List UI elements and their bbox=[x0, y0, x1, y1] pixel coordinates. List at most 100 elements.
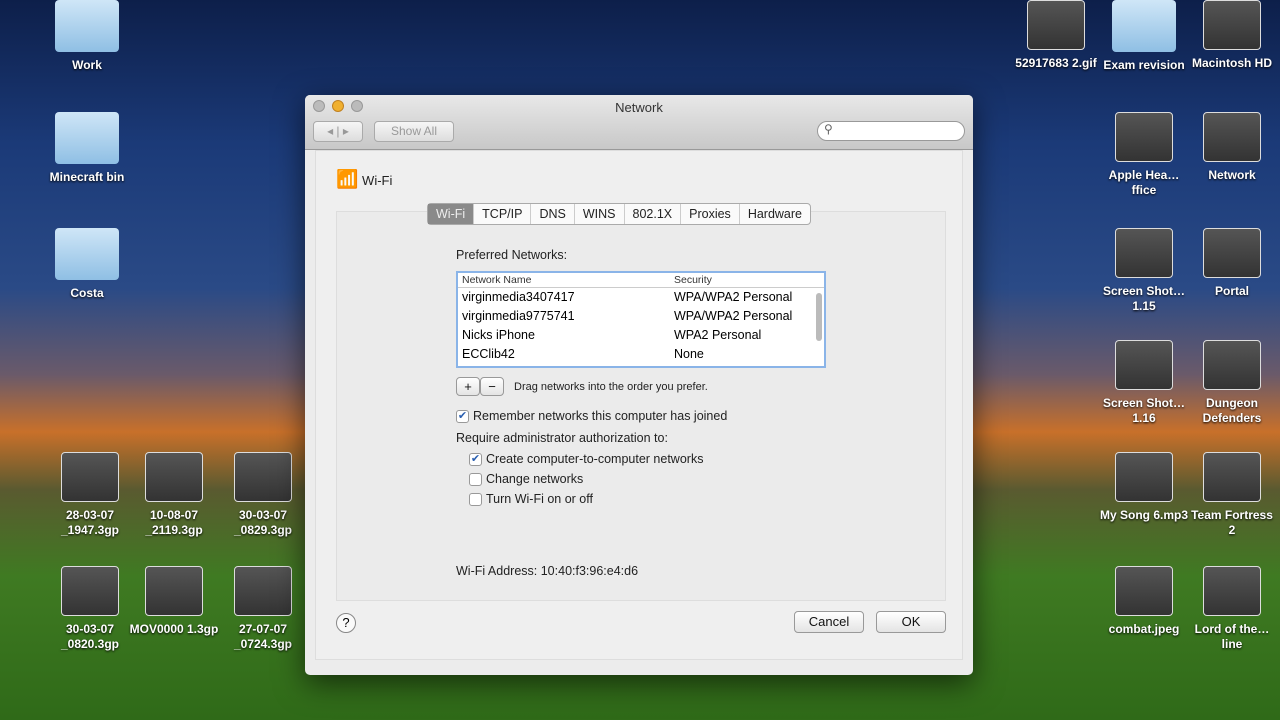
desktop-icon[interactable]: My Song 6.mp3 bbox=[1099, 452, 1189, 523]
toggle-wifi-checkbox[interactable]: Turn Wi-Fi on or off bbox=[469, 492, 593, 507]
desktop-icon-label: Team Fortress 2 bbox=[1191, 508, 1273, 537]
back-forward-button[interactable]: ◂ | ▸ bbox=[313, 121, 363, 142]
network-row[interactable]: Nicks iPhone WPA2 Personal bbox=[458, 326, 824, 345]
add-network-button[interactable]: + bbox=[456, 377, 480, 396]
tab-wins[interactable]: WINS bbox=[575, 204, 625, 224]
file-icon bbox=[1115, 228, 1173, 278]
desktop-icon-label: Macintosh HD bbox=[1191, 56, 1272, 70]
desktop-icon-label: Exam revision bbox=[1103, 58, 1185, 72]
tab-hardware[interactable]: Hardware bbox=[740, 204, 810, 224]
window-title: Network bbox=[615, 100, 663, 115]
desktop-icon-label: Screen Shot…1.16 bbox=[1102, 396, 1186, 425]
desktop-icon[interactable]: Portal bbox=[1187, 228, 1277, 299]
network-security: WPA2 Personal bbox=[674, 328, 762, 342]
file-icon bbox=[55, 0, 119, 52]
tab-bar: Wi-Fi TCP/IP DNS WINS 802.1X Proxies Hardware bbox=[427, 203, 811, 225]
file-icon bbox=[234, 566, 292, 616]
desktop-icon[interactable]: 27-07-07 _0724.3gp bbox=[218, 566, 308, 652]
checkbox-icon bbox=[469, 473, 482, 487]
desktop-icon[interactable]: 52917683 2.gif bbox=[1011, 0, 1101, 71]
search-icon: ⚲ bbox=[824, 122, 833, 136]
desktop-icon[interactable]: 30-03-07 _0820.3gp bbox=[45, 566, 135, 652]
desktop-icon-label: Work bbox=[72, 58, 102, 72]
desktop-icon[interactable]: Dungeon Defenders bbox=[1187, 340, 1277, 426]
desktop-icon-label: Minecraft bin bbox=[49, 170, 125, 184]
network-row[interactable]: virginmedia3407417 WPA/WPA2 Personal bbox=[458, 288, 824, 307]
desktop-icon-label: Dungeon Defenders bbox=[1202, 396, 1262, 425]
create-networks-checkbox[interactable]: ✔ Create computer-to-computer networks bbox=[469, 452, 704, 467]
file-icon bbox=[1203, 452, 1261, 502]
scrollbar[interactable] bbox=[816, 293, 822, 341]
network-security: WPA/WPA2 Personal bbox=[674, 309, 793, 323]
service-name: Wi-Fi bbox=[362, 173, 393, 188]
desktop-icon[interactable]: Apple Hea…ffice bbox=[1099, 112, 1189, 198]
network-name: virginmedia3407417 bbox=[462, 290, 575, 304]
create-label: Create computer-to-computer networks bbox=[486, 452, 704, 466]
help-button[interactable]: ? bbox=[336, 613, 356, 633]
desktop-icon-label: 30-03-07 _0829.3gp bbox=[233, 508, 293, 537]
desktop-icon[interactable]: Screen Shot…1.15 bbox=[1099, 228, 1189, 314]
change-label: Change networks bbox=[486, 472, 584, 486]
desktop-icon[interactable]: 30-03-07 _0829.3gp bbox=[218, 452, 308, 538]
checkbox-icon bbox=[469, 493, 482, 507]
network-window: Network ◂ | ▸ Show All ⚲ 📶 Wi-Fi Wi-Fi TC… bbox=[305, 95, 973, 675]
desktop-icon-label: My Song 6.mp3 bbox=[1099, 508, 1188, 522]
tab-tcpip[interactable]: TCP/IP bbox=[474, 204, 532, 224]
cancel-button[interactable]: Cancel bbox=[794, 611, 864, 633]
search-input[interactable]: ⚲ bbox=[817, 121, 965, 141]
file-icon bbox=[234, 452, 292, 502]
tab-dns[interactable]: DNS bbox=[531, 204, 575, 224]
change-networks-checkbox[interactable]: Change networks bbox=[469, 472, 584, 487]
advanced-sheet: 📶 Wi-Fi Wi-Fi TCP/IP DNS WINS 802.1X Proxies H… bbox=[315, 150, 963, 660]
tab-8021x[interactable]: 802.1X bbox=[625, 204, 682, 224]
column-security[interactable]: Security bbox=[670, 273, 712, 287]
checkbox-checked-icon: ✔ bbox=[456, 410, 469, 424]
file-icon bbox=[1115, 566, 1173, 616]
desktop-icon[interactable]: Screen Shot…1.16 bbox=[1099, 340, 1189, 426]
file-icon bbox=[1203, 0, 1261, 50]
desktop-icon-label: 27-07-07 _0724.3gp bbox=[233, 622, 293, 651]
network-name: ECClib42 bbox=[462, 347, 515, 361]
desktop-icon[interactable]: Network bbox=[1187, 112, 1277, 183]
desktop-icon[interactable]: MOV0000 1.3gp bbox=[129, 566, 219, 637]
desktop-icon[interactable]: Minecraft bin bbox=[42, 112, 132, 185]
remember-label: Remember networks this computer has join… bbox=[473, 409, 728, 423]
desktop-icon[interactable]: Exam revision bbox=[1099, 0, 1189, 73]
file-icon bbox=[145, 566, 203, 616]
desktop-icon-label: 30-03-07 _0820.3gp bbox=[60, 622, 120, 651]
desktop-icon-label: Apple Hea…ffice bbox=[1108, 168, 1180, 197]
network-row[interactable]: virginmedia9775741 WPA/WPA2 Personal bbox=[458, 307, 824, 326]
network-row[interactable]: ECClib42 None bbox=[458, 345, 824, 364]
network-security: None bbox=[674, 347, 704, 361]
desktop-icon-label: 52917683 2.gif bbox=[1015, 56, 1097, 70]
desktop-icon-label: Network bbox=[1208, 168, 1256, 182]
desktop-icon[interactable]: Costa bbox=[42, 228, 132, 301]
require-label: Require administrator authorization to: bbox=[456, 431, 668, 445]
remember-networks-checkbox[interactable]: ✔ Remember networks this computer has joi… bbox=[456, 409, 728, 424]
tab-wifi[interactable]: Wi-Fi bbox=[428, 204, 475, 224]
wifi-address: Wi-Fi Address: 10:40:f3:96:e4:d6 bbox=[456, 564, 639, 578]
ok-button[interactable]: OK bbox=[876, 611, 946, 633]
desktop-icon[interactable]: Lord of the…line bbox=[1187, 566, 1277, 652]
desktop-icon[interactable]: Macintosh HD bbox=[1187, 0, 1277, 71]
desktop-icon-label: Lord of the…line bbox=[1194, 622, 1270, 651]
file-icon bbox=[1203, 228, 1261, 278]
column-network-name[interactable]: Network Name bbox=[458, 273, 670, 287]
file-icon bbox=[1203, 112, 1261, 162]
file-icon bbox=[1115, 452, 1173, 502]
desktop-icon[interactable]: combat.jpeg bbox=[1099, 566, 1189, 637]
desktop-icon[interactable]: Work bbox=[42, 0, 132, 73]
file-icon bbox=[1112, 0, 1176, 52]
file-icon bbox=[55, 112, 119, 164]
remove-network-button[interactable]: − bbox=[480, 377, 504, 396]
preferred-networks-list[interactable]: Network Name Security virginmedia3407417 W… bbox=[456, 271, 826, 368]
desktop-icon-label: MOV0000 1.3gp bbox=[129, 622, 219, 636]
file-icon bbox=[1203, 566, 1261, 616]
tab-proxies[interactable]: Proxies bbox=[681, 204, 740, 224]
desktop-icon[interactable]: 28-03-07 _1947.3gp bbox=[45, 452, 135, 538]
title-bar: Network ◂ | ▸ Show All ⚲ bbox=[305, 95, 973, 150]
desktop-icon[interactable]: 10-08-07 _2119.3gp bbox=[129, 452, 219, 538]
network-name: Nicks iPhone bbox=[462, 328, 535, 342]
show-all-button[interactable]: Show All bbox=[374, 121, 454, 142]
desktop-icon[interactable]: Team Fortress 2 bbox=[1187, 452, 1277, 538]
